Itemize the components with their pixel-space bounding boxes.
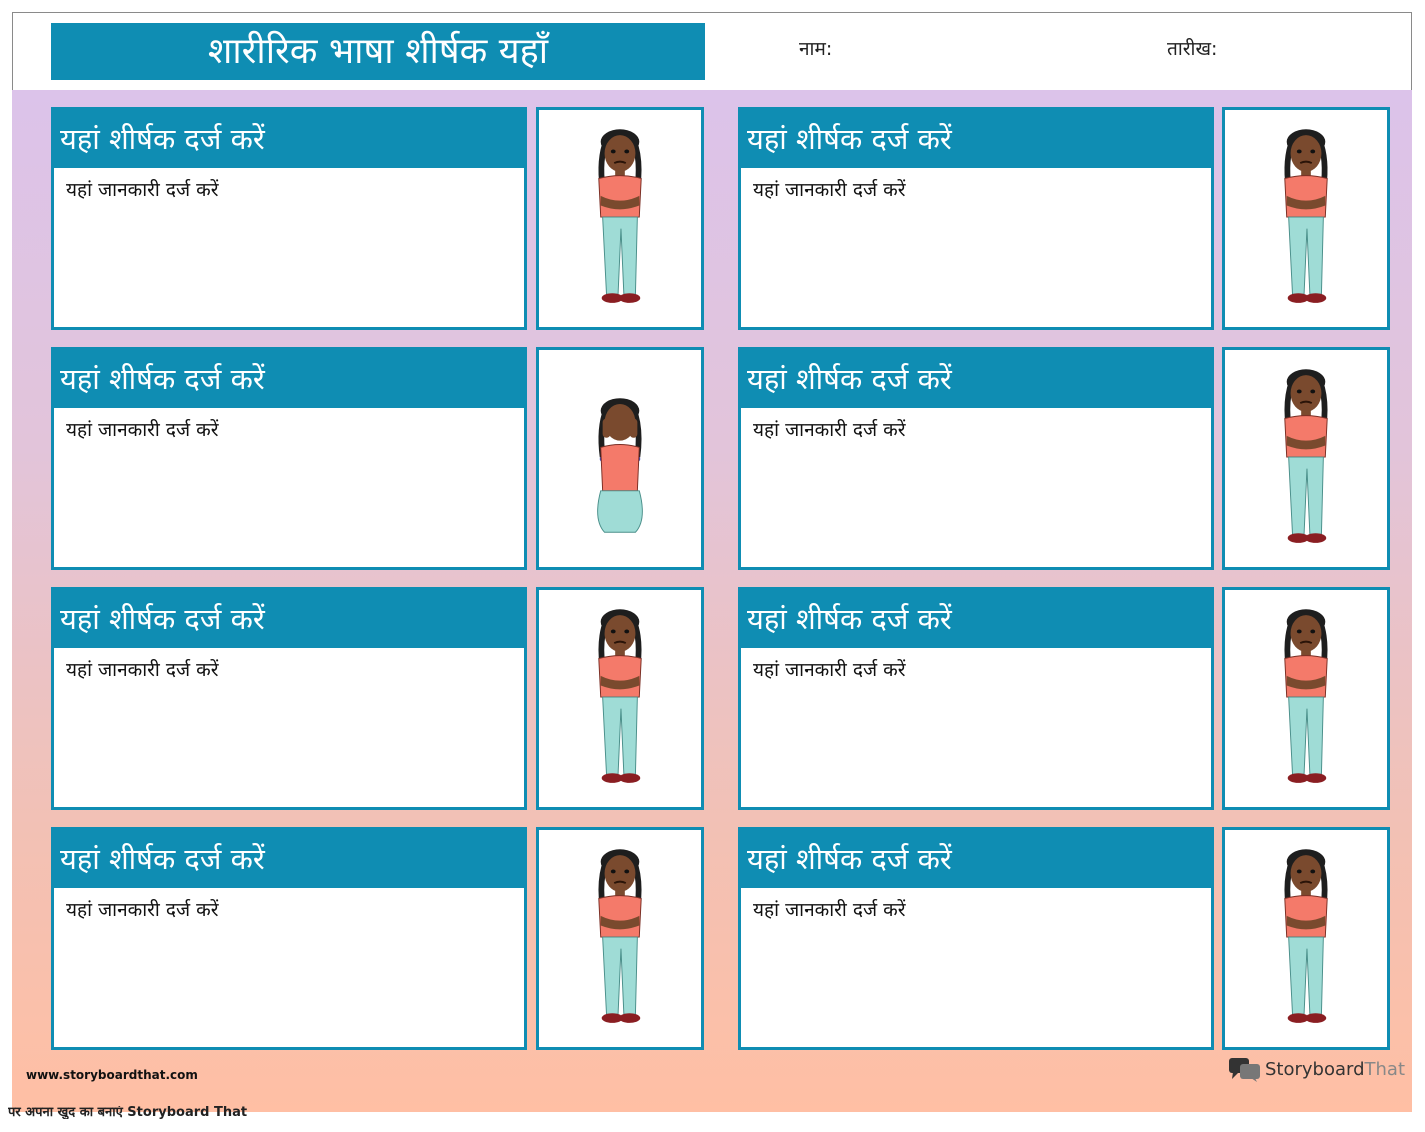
card-title[interactable]: यहां शीर्षक दर्ज करें [54, 830, 524, 888]
date-label: तारीख: [1167, 38, 1218, 60]
text-card-1[interactable]: यहां शीर्षक दर्ज करें यहां जानकारी दर्ज … [51, 107, 527, 330]
logo-main: Storyboard [1265, 1058, 1365, 1080]
girl-kneeling-hands-on-face-icon [539, 350, 701, 567]
storyboardthat-logo[interactable]: StoryboardThat [1228, 1056, 1405, 1082]
card-body[interactable]: यहां जानकारी दर्ज करें [54, 168, 524, 210]
card-body[interactable]: यहां जानकारी दर्ज करें [741, 888, 1211, 930]
card-title[interactable]: यहां शीर्षक दर्ज करें [54, 110, 524, 168]
card-body[interactable]: यहां जानकारी दर्ज करें [741, 408, 1211, 450]
character-panel-4[interactable] [1222, 347, 1390, 570]
card-title[interactable]: यहां शीर्षक दर्ज करें [54, 590, 524, 648]
text-card-4[interactable]: यहां शीर्षक दर्ज करें यहां जानकारी दर्ज … [738, 347, 1214, 570]
card-body[interactable]: यहां जानकारी दर्ज करें [54, 408, 524, 450]
name-label: नाम: [799, 38, 833, 60]
card-body[interactable]: यहां जानकारी दर्ज करें [741, 168, 1211, 210]
girl-arms-crossed-eyes-closed-icon [539, 590, 701, 807]
text-card-6[interactable]: यहां शीर्षक दर्ज करें यहां जानकारी दर्ज … [738, 587, 1214, 810]
logo-light: That [1364, 1058, 1406, 1080]
site-url[interactable]: www.storyboardthat.com [26, 1068, 198, 1082]
worksheet-header: शारीरिक भाषा शीर्षक यहाँ नाम: तारीख: [12, 12, 1412, 90]
worksheet-title[interactable]: शारीरिक भाषा शीर्षक यहाँ [51, 23, 705, 80]
character-panel-2[interactable] [1222, 107, 1390, 330]
girl-arms-crossed-crying-icon [539, 110, 701, 327]
girl-hands-on-face-knock-kneed-icon [1225, 830, 1387, 1047]
character-panel-3[interactable] [536, 347, 704, 570]
girl-arms-crossed-smirk-icon [539, 830, 701, 1047]
girl-angry-hands-at-sides-icon [1225, 590, 1387, 807]
character-panel-5[interactable] [536, 587, 704, 810]
character-panel-8[interactable] [1222, 827, 1390, 1050]
girl-hand-on-cheek-icon [1225, 110, 1387, 327]
text-card-8[interactable]: यहां शीर्षक दर्ज करें यहां जानकारी दर्ज … [738, 827, 1214, 1050]
card-title[interactable]: यहां शीर्षक दर्ज करें [741, 350, 1211, 408]
card-body[interactable]: यहां जानकारी दर्ज करें [54, 648, 524, 690]
speech-bubbles-icon [1229, 1058, 1260, 1082]
girl-arms-crossed-sad-icon [1225, 350, 1387, 567]
character-panel-6[interactable] [1222, 587, 1390, 810]
card-title[interactable]: यहां शीर्षक दर्ज करें [54, 350, 524, 408]
text-card-7[interactable]: यहां शीर्षक दर्ज करें यहां जानकारी दर्ज … [51, 827, 527, 1050]
card-title[interactable]: यहां शीर्षक दर्ज करें [741, 110, 1211, 168]
text-card-5[interactable]: यहां शीर्षक दर्ज करें यहां जानकारी दर्ज … [51, 587, 527, 810]
character-panel-7[interactable] [536, 827, 704, 1050]
worksheet-sheet: यहां शीर्षक दर्ज करें यहां जानकारी दर्ज … [12, 90, 1412, 1112]
card-body[interactable]: यहां जानकारी दर्ज करें [54, 888, 524, 930]
text-card-2[interactable]: यहां शीर्षक दर्ज करें यहां जानकारी दर्ज … [738, 107, 1214, 330]
credit-line: पर अपना खुद का बनाएं Storyboard That [8, 1106, 248, 1119]
card-title[interactable]: यहां शीर्षक दर्ज करें [741, 590, 1211, 648]
logo-text: StoryboardThat [1265, 1059, 1405, 1080]
character-panel-1[interactable] [536, 107, 704, 330]
card-body[interactable]: यहां जानकारी दर्ज करें [741, 648, 1211, 690]
card-title[interactable]: यहां शीर्षक दर्ज करें [741, 830, 1211, 888]
text-card-3[interactable]: यहां शीर्षक दर्ज करें यहां जानकारी दर्ज … [51, 347, 527, 570]
